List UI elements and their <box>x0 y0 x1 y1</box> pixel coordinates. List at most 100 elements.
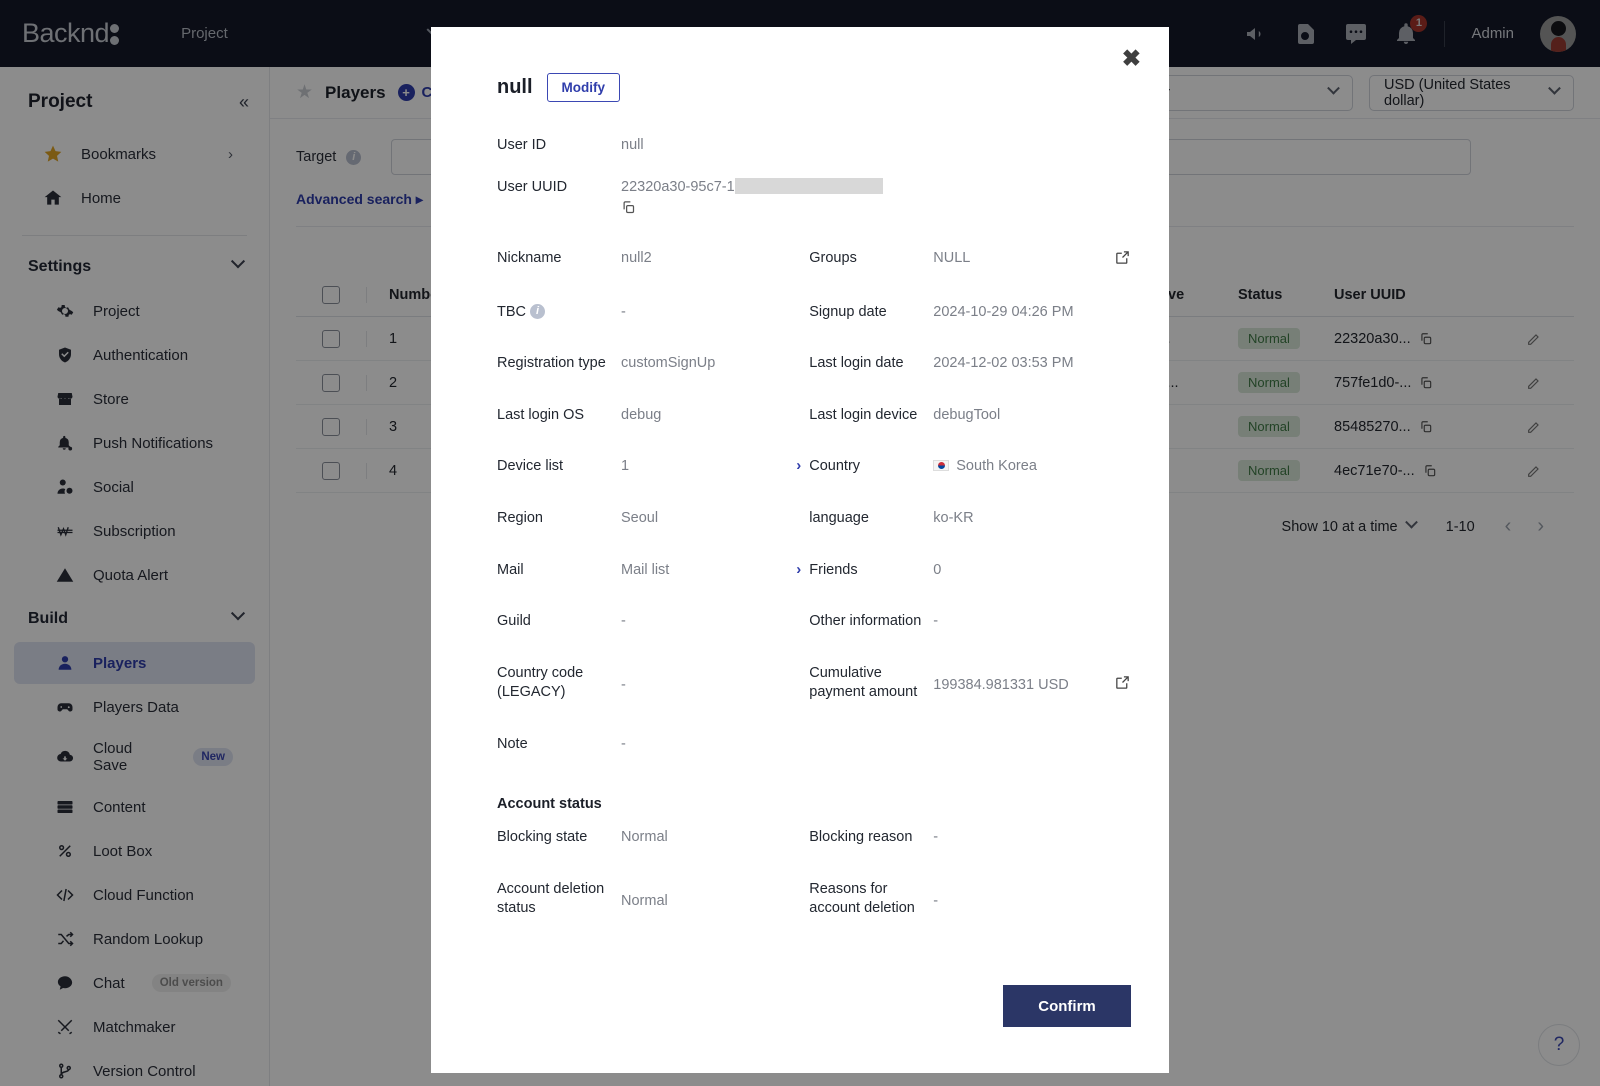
field-nickname: Nickname null2 <box>497 249 809 269</box>
field-value: null2 <box>621 250 652 267</box>
chevron-right-icon[interactable]: › <box>796 561 809 578</box>
field-label: Device list <box>497 458 564 475</box>
field-user-uuid: User UUID 22320a30-95c7-1 <box>497 177 977 216</box>
field-cumulative-payment-amount: Cumulative payment amount 199384.981331 … <box>809 664 1131 703</box>
field-value: - <box>621 735 626 752</box>
field-tbc: TBC i - <box>497 303 809 323</box>
south-korea-flag-icon <box>933 460 950 472</box>
field-value: debugTool <box>933 406 1001 423</box>
close-icon[interactable]: ✖ <box>1122 47 1141 70</box>
field-guild: Guild - <box>497 612 809 632</box>
field-label: language <box>809 509 869 526</box>
field-country-code-legacy: Country code (LEGACY) - <box>497 664 809 703</box>
field-value: customSignUp <box>621 355 716 372</box>
modal-header: null Modify <box>497 73 1131 102</box>
field-value: null <box>621 137 644 153</box>
chevron-right-icon[interactable]: › <box>796 457 809 474</box>
field-value: 2024-12-02 03:53 PM <box>933 355 1074 372</box>
player-detail-modal: ✖ null Modify User ID null User UUID 223… <box>431 27 1169 1073</box>
field-label: Friends <box>809 561 858 578</box>
field-value: 2024-10-29 04:26 PM <box>933 303 1074 320</box>
external-link-icon[interactable] <box>1114 249 1131 266</box>
field-label: Blocking reason <box>809 829 913 846</box>
field-row-user-id: User ID null <box>497 136 1131 156</box>
field-row-guild-other: Guild - Other information - <box>497 612 1131 632</box>
field-label: Last login date <box>809 355 904 372</box>
field-label: Blocking state <box>497 829 588 846</box>
field-label: Region <box>497 509 543 526</box>
field-signup-date: Signup date 2024-10-29 04:26 PM <box>809 303 1131 323</box>
field-row-nickname-groups: Nickname null2 Groups NULL <box>497 249 1131 269</box>
field-value: - <box>933 613 939 630</box>
field-reasons-for-account-deletion: Reasons for account deletion - <box>809 880 1131 919</box>
field-friends: Friends 0 <box>809 561 1131 581</box>
redacted-uuid-mask <box>734 177 883 194</box>
field-mail[interactable]: Mail Mail list › <box>497 561 809 581</box>
field-row-account-deletion: Account deletion status Normal Reasons f… <box>497 880 1131 919</box>
field-value: NULL <box>933 250 971 267</box>
field-language: language ko-KR <box>809 509 1131 529</box>
account-status-heading: Account status <box>497 796 602 813</box>
field-value: - <box>621 613 626 630</box>
field-row-mail-friends: Mail Mail list › Friends 0 <box>497 561 1131 581</box>
field-label: Last login device <box>809 406 918 423</box>
field-label: Signup date <box>809 303 887 320</box>
modal-fields: User ID null User UUID 22320a30-95c7-1 N… <box>469 136 1131 919</box>
field-value: 0 <box>933 561 942 578</box>
field-user-id: User ID null <box>497 136 827 156</box>
field-value: Normal <box>621 829 668 846</box>
field-label: TBC <box>497 303 526 320</box>
field-row-region-language: Region Seoul language ko-KR <box>497 509 1131 529</box>
field-label: Account deletion status <box>497 880 605 917</box>
field-registration-type: Registration type customSignUp <box>497 354 809 374</box>
field-device-list[interactable]: Device list 1 › <box>497 457 809 477</box>
field-region: Region Seoul <box>497 509 809 529</box>
field-last-login-device: Last login device debugTool <box>809 406 1131 426</box>
field-value: Mail list <box>621 561 670 578</box>
field-label: User ID <box>497 137 547 153</box>
copy-icon[interactable] <box>621 200 895 215</box>
field-label: Nickname <box>497 250 562 267</box>
field-value: 199384.981331 USD <box>933 676 1069 693</box>
field-note: Note - <box>497 735 827 755</box>
field-label: Country code (LEGACY) <box>497 664 584 701</box>
field-value: ko-KR <box>933 509 974 526</box>
modal-title: null <box>497 76 533 98</box>
field-row-note: Note - <box>497 735 1131 755</box>
field-label: Note <box>497 735 528 752</box>
field-label: Other information <box>809 613 922 630</box>
field-last-login-os: Last login OS debug <box>497 406 809 426</box>
field-row-blocking: Blocking state Normal Blocking reason - <box>497 828 1131 848</box>
field-last-login-date: Last login date 2024-12-02 03:53 PM <box>809 354 1131 374</box>
field-value: - <box>933 892 939 909</box>
field-value: - <box>933 829 939 846</box>
field-value: - <box>621 303 626 320</box>
field-value: Normal <box>621 892 668 909</box>
info-icon[interactable]: i <box>530 304 546 320</box>
confirm-button[interactable]: Confirm <box>1003 985 1131 1027</box>
field-label: Last login OS <box>497 406 585 423</box>
field-value: Seoul <box>621 509 659 526</box>
field-label: User UUID <box>497 178 568 195</box>
field-row-tbc-signup: TBC i - Signup date 2024-10-29 04:26 PM <box>497 303 1131 323</box>
field-label: Mail <box>497 561 524 578</box>
field-value: South Korea <box>956 458 1037 475</box>
external-link-icon[interactable] <box>1114 664 1131 691</box>
field-row-user-uuid: User UUID 22320a30-95c7-1 <box>497 177 1131 216</box>
field-row-countrycode-payment: Country code (LEGACY) - Cumulative payme… <box>497 664 1131 703</box>
field-row-devicelist-country: Device list 1 › Country South Korea <box>497 457 1131 477</box>
field-row-os-device: Last login OS debug Last login device de… <box>497 406 1131 426</box>
field-blocking-state: Blocking state Normal <box>497 828 809 848</box>
field-value: - <box>621 676 626 693</box>
field-account-deletion-status: Account deletion status Normal <box>497 880 809 919</box>
modify-button[interactable]: Modify <box>546 73 621 102</box>
field-value: 22320a30-95c7-1 <box>621 178 735 195</box>
field-blocking-reason: Blocking reason - <box>809 828 1131 848</box>
field-label: Guild <box>497 613 531 630</box>
field-groups: Groups NULL <box>809 249 1131 269</box>
field-row-registration-lastlogin: Registration type customSignUp Last logi… <box>497 354 1131 374</box>
modal-footer: Confirm <box>1003 985 1131 1027</box>
field-label: Country <box>809 458 861 475</box>
field-label: Reasons for account deletion <box>809 880 915 917</box>
field-value: debug <box>621 406 662 423</box>
